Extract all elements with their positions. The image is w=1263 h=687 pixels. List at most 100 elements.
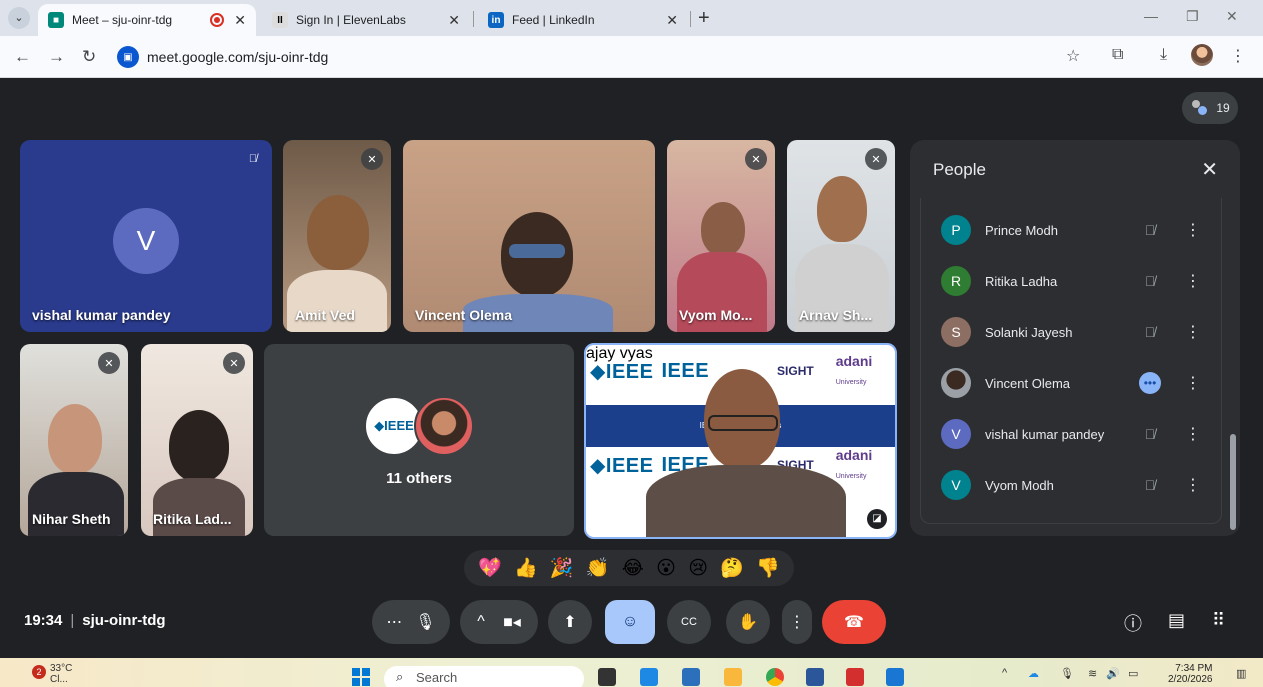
store-icon[interactable] — [682, 668, 700, 686]
list-item[interactable]: Vincent Olema ••• ⋮ — [921, 363, 1221, 403]
present-icon: ⬆ — [563, 614, 577, 631]
onedrive-icon[interactable]: ☁ — [1028, 667, 1039, 680]
taskbar-search[interactable]: ⌕ Search — [384, 666, 584, 687]
weather-status: Cl... — [50, 674, 68, 685]
battery-icon[interactable]: ▭ — [1128, 667, 1138, 680]
wifi-icon[interactable]: ≋ — [1088, 667, 1097, 680]
video-tile-vincent[interactable]: Vincent Olema — [403, 140, 655, 332]
more-options-icon[interactable]: ⋮ — [1183, 475, 1203, 495]
volume-icon[interactable]: 🔊 — [1106, 667, 1120, 680]
weather-widget[interactable]: 33°C Cl... — [50, 663, 72, 685]
list-item[interactable]: S Solanki Jayesh 🎙̸ ⋮ — [921, 312, 1221, 352]
tab-divider — [690, 11, 691, 27]
video-tile-nihar[interactable]: ✕ Nihar Sheth — [20, 344, 128, 536]
bookmark-star-icon[interactable]: ☆ — [1066, 46, 1080, 66]
more-options-button[interactable]: ⋮ — [782, 600, 812, 644]
chat-icon[interactable]: ▤ — [1168, 610, 1185, 631]
mic-off-icon: 🎙̸ — [1144, 426, 1156, 442]
tab-elevenlabs[interactable]: II Sign In | ElevenLabs ✕ — [262, 4, 470, 36]
browser-menu-icon[interactable]: ⋮ — [1230, 46, 1246, 66]
tab-search-button[interactable]: ⌄ — [8, 7, 30, 29]
acrobat-icon[interactable] — [846, 668, 864, 686]
word-icon[interactable] — [806, 668, 824, 686]
video-tile-vishal[interactable]: 🎙̸ V vishal kumar pandey — [20, 140, 272, 332]
reaction-clap[interactable]: 👏 — [586, 556, 610, 580]
show-hidden-icons[interactable]: ^ — [1002, 667, 1007, 679]
extensions-icon[interactable]: ⧉ — [1112, 46, 1123, 64]
chrome-icon[interactable] — [766, 668, 784, 686]
reaction-laugh[interactable]: 😂 — [622, 557, 644, 580]
url-bar[interactable]: ▣ meet.google.com/sju-oinr-tdg — [110, 42, 1110, 72]
clock[interactable]: 7:34 PM 2/20/2026 — [1168, 663, 1213, 685]
captions-button[interactable]: CC — [667, 600, 711, 644]
participants-button[interactable]: 19 — [1182, 92, 1238, 124]
microphone-icon[interactable]: 🎙 — [415, 612, 435, 632]
hand-icon: ✋ — [738, 614, 758, 631]
reaction-sad[interactable]: 😢 — [688, 557, 708, 580]
app-icon[interactable] — [886, 668, 904, 686]
chevron-up-icon[interactable]: ^ — [477, 613, 485, 631]
restore-icon[interactable]: ❐ — [1186, 8, 1199, 25]
raise-hand-button[interactable]: ✋ — [726, 600, 770, 644]
notification-center-icon[interactable]: ▥ — [1236, 667, 1246, 680]
linkedin-favicon-icon: in — [488, 12, 504, 28]
new-tab-icon[interactable]: + — [698, 7, 710, 30]
video-tile-arnav[interactable]: ✕ Arnav Sh... — [787, 140, 895, 332]
file-explorer-icon[interactable] — [724, 668, 742, 686]
temperature: 33°C — [50, 663, 73, 674]
back-arrow-icon[interactable]: ← — [14, 47, 31, 67]
activities-icon[interactable]: ⠿ — [1212, 610, 1225, 631]
tab-linkedin[interactable]: in Feed | LinkedIn ✕ — [478, 4, 688, 36]
panel-scrollbar[interactable] — [1230, 434, 1236, 530]
reaction-heart[interactable]: 💖 — [478, 556, 502, 580]
reaction-party[interactable]: 🎉 — [550, 556, 574, 580]
video-tile-vyom[interactable]: ✕ Vyom Mo... — [667, 140, 775, 332]
mic-off-icon: 🎙̸ — [1144, 477, 1156, 493]
divider: | — [70, 612, 75, 629]
more-options-icon[interactable]: ⋮ — [1183, 373, 1203, 393]
reload-icon[interactable]: ↻ — [82, 47, 96, 67]
reactions-button[interactable]: ☺ — [605, 600, 655, 644]
window-close-icon[interactable]: ✕ — [1226, 8, 1238, 25]
list-item[interactable]: R Ritika Ladha 🎙̸ ⋮ — [921, 261, 1221, 301]
list-item[interactable]: V Vyom Modh 🎙̸ ⋮ — [921, 465, 1221, 505]
minimize-icon[interactable]: — — [1144, 8, 1158, 24]
outlook-icon[interactable] — [640, 668, 658, 686]
list-item[interactable]: V vishal kumar pandey 🎙̸ ⋮ — [921, 414, 1221, 454]
leave-call-button[interactable]: ☎ — [822, 600, 886, 644]
list-item[interactable]: P Prince Modh 🎙̸ ⋮ — [921, 210, 1221, 250]
task-view-icon[interactable] — [598, 668, 616, 686]
close-panel-icon[interactable]: ✕ — [1201, 157, 1218, 182]
video-tile-amit[interactable]: ✕ Amit Ved — [283, 140, 391, 332]
present-screen-button[interactable]: ⬆ — [548, 600, 592, 644]
participant-video — [701, 202, 745, 256]
participant-name: Vincent Olema — [415, 307, 513, 323]
forward-arrow-icon[interactable]: → — [48, 47, 65, 67]
reaction-thumbs-down[interactable]: 👎 — [756, 556, 780, 580]
video-tile-others[interactable]: ◆IEEE 11 others — [264, 344, 574, 536]
reaction-thinking[interactable]: 🤔 — [720, 556, 744, 580]
video-tile-ajay[interactable]: ◆IEEE IEEE SIGHT adaniUniversity IEEE | … — [584, 343, 897, 539]
more-vert-icon: ⋮ — [789, 614, 805, 631]
close-tab-icon[interactable]: ✕ — [234, 12, 246, 29]
pip-icon[interactable]: ◪ — [867, 509, 887, 529]
tab-meet[interactable]: ■ Meet – sju-oinr-tdg ✕ — [38, 4, 256, 36]
meeting-details-icon[interactable]: ⓘ — [1124, 610, 1142, 636]
reaction-surprised[interactable]: 😮 — [656, 557, 676, 580]
mic-tray-icon[interactable]: 🎙 — [1060, 667, 1074, 680]
more-options-icon[interactable]: ⋮ — [1183, 271, 1203, 291]
more-options-icon[interactable]: ⋮ — [1183, 220, 1203, 240]
download-icon[interactable]: ⤓ — [1160, 46, 1167, 64]
start-button[interactable] — [352, 668, 370, 686]
more-options-icon[interactable]: ⋮ — [1183, 424, 1203, 444]
site-info-icon[interactable]: ▣ — [117, 46, 139, 68]
close-tab-icon[interactable]: ✕ — [448, 12, 460, 29]
windows-taskbar: 2 33°C Cl... ⌕ Search ^ ☁ 🎙 ≋ 🔊 ▭ 7:34 P… — [0, 658, 1263, 687]
reaction-thumbs-up[interactable]: 👍 — [514, 556, 538, 580]
profile-avatar[interactable] — [1191, 44, 1213, 66]
close-tab-icon[interactable]: ✕ — [666, 12, 678, 29]
more-options-icon[interactable]: ⋮ — [1183, 322, 1203, 342]
video-tile-ritika[interactable]: ✕ Ritika Lad... — [141, 344, 253, 536]
camera-icon[interactable]: ■◂ — [503, 612, 521, 632]
audio-options-icon[interactable]: ⋯ — [386, 612, 402, 632]
